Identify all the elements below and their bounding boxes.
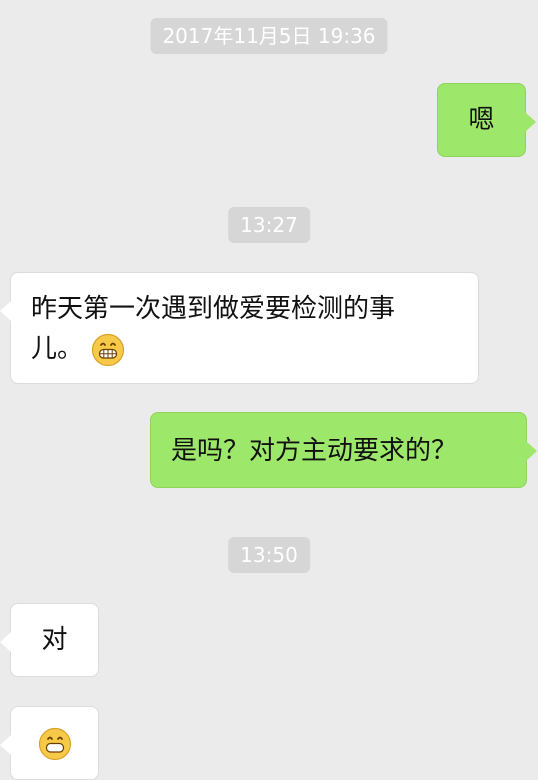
message-text: 嗯 xyxy=(468,105,495,135)
grinning-emoji-icon xyxy=(92,333,125,366)
grinning-emoji-icon xyxy=(38,727,71,760)
timestamp: 13:50 xyxy=(228,537,310,573)
message-text: 对 xyxy=(41,625,68,655)
message-text: 是吗？对方主动要求的？ xyxy=(171,436,458,466)
timestamp: 13:27 xyxy=(228,207,310,243)
message-text-line: 昨天第一次遇到做爱要检测的事 xyxy=(31,294,396,324)
message-text-line: 儿。 xyxy=(31,334,84,364)
message-bubble-sent[interactable]: 是吗？对方主动要求的？ xyxy=(150,412,537,488)
chat-area[interactable]: 2017年11月5日 19:36 嗯 13:27 昨天第一次遇到做爱要检测的事 … xyxy=(0,0,538,780)
message-bubble-sent[interactable]: 嗯 xyxy=(437,83,536,157)
message-bubble-received[interactable]: 对 xyxy=(0,603,99,677)
message-bubble-received[interactable] xyxy=(0,706,99,780)
message-bubble-received[interactable]: 昨天第一次遇到做爱要检测的事 儿。 xyxy=(0,272,479,384)
timestamp: 2017年11月5日 19:36 xyxy=(150,18,388,54)
